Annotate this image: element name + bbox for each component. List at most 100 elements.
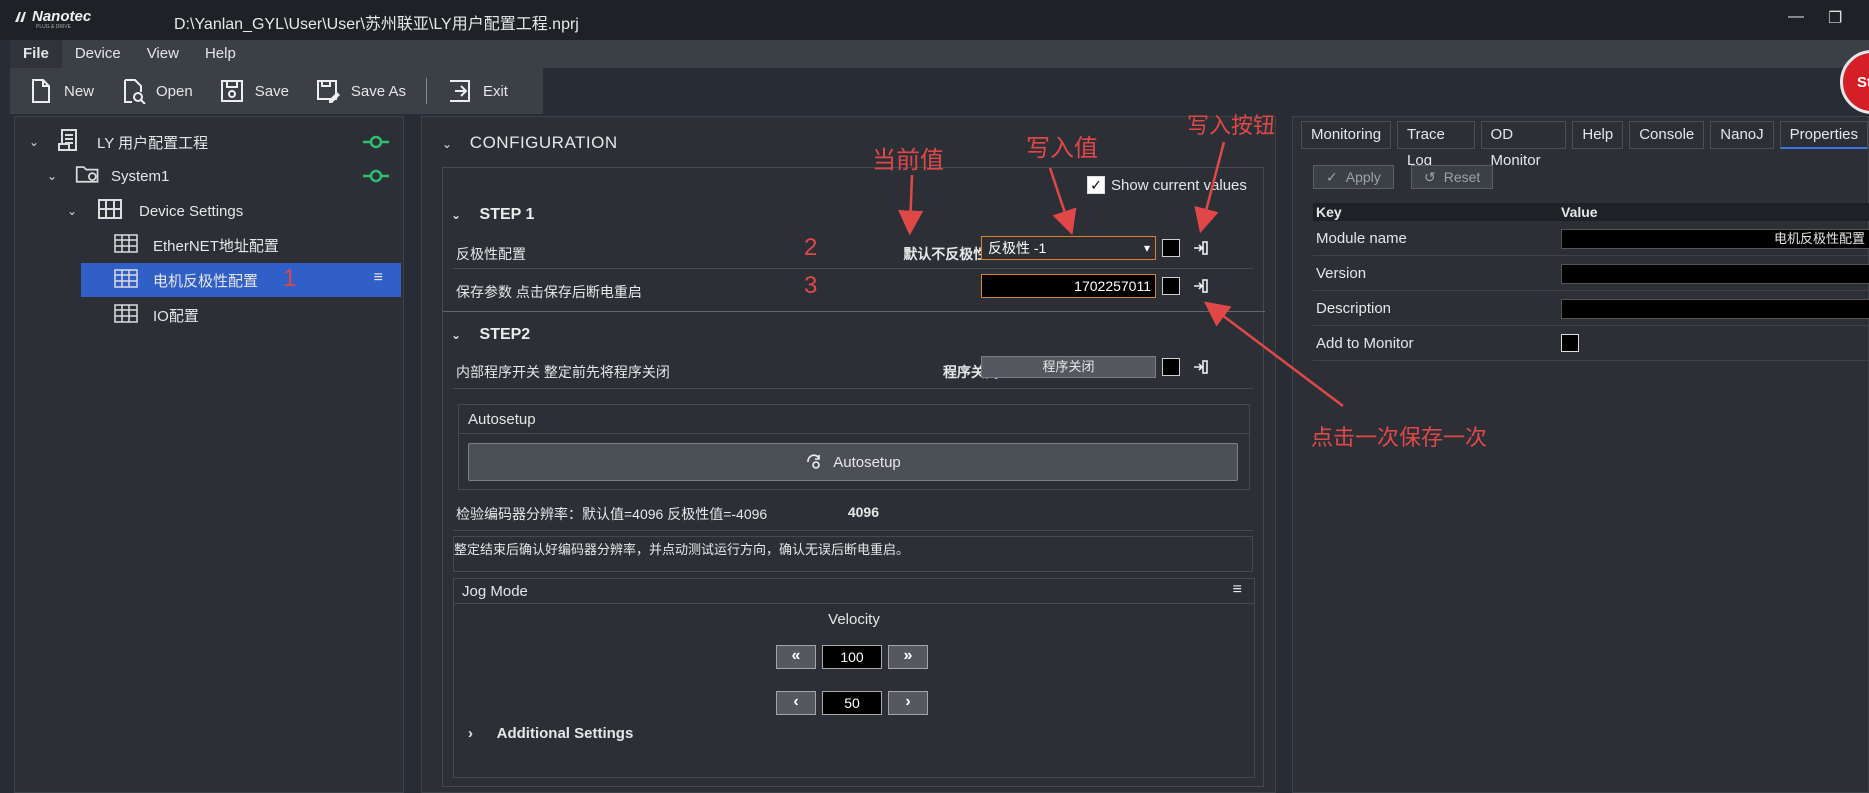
menu-icon[interactable]: ≡ [1233, 581, 1242, 599]
tab-console[interactable]: Console [1629, 121, 1705, 149]
chevron-right-icon[interactable]: › [468, 725, 473, 742]
group-divider [454, 603, 1254, 604]
annotation-number-1: 1 [283, 265, 297, 292]
add-to-monitor-checkbox[interactable] [1561, 334, 1579, 352]
menu-icon[interactable]: ≡ [374, 269, 383, 287]
grid-icon [97, 198, 123, 224]
fast-back-button[interactable]: « [776, 645, 816, 669]
tab-nanoj[interactable]: NanoJ [1710, 121, 1774, 149]
polarity-select[interactable]: 反极性 -1 ▾ [981, 236, 1156, 260]
version-field[interactable] [1561, 264, 1869, 284]
write-icon[interactable] [1192, 358, 1210, 376]
tree-item-system[interactable]: ⌄ System1 [47, 159, 389, 193]
fast-forward-button[interactable]: » [888, 645, 928, 669]
step1-header[interactable]: ⌄ STEP 1 [451, 206, 534, 224]
step1-title: STEP 1 [479, 206, 535, 223]
annotation-number-3: 3 [804, 272, 818, 299]
save-button[interactable]: Save [219, 78, 289, 104]
tab-properties[interactable]: Properties [1779, 121, 1868, 149]
chevron-down-icon[interactable]: ⌄ [29, 135, 47, 149]
tab-trace-log[interactable]: Trace Log [1397, 121, 1475, 169]
annotation-write-button: 写入按钮 [1187, 113, 1276, 138]
reset-button[interactable]: ↺ Reset [1411, 165, 1494, 189]
note-text: 整定结束后确认好编码器分辨率，并点动测试运行方向，确认无误后断电重启。 [454, 542, 910, 557]
show-current-values-toggle[interactable]: ✓ Show current values [1087, 176, 1247, 194]
save-icon [220, 80, 243, 102]
jog-mode-title: Jog Mode [462, 583, 528, 600]
tree-item-motor-polarity[interactable]: 电机反极性配置 1 ≡ [81, 263, 401, 297]
new-button[interactable]: New [28, 78, 94, 104]
nanotec-logo: Nanotec PLUG & DRIVE [14, 8, 91, 30]
tree-item-io[interactable]: IO配置 [81, 298, 401, 332]
new-file-icon [32, 79, 50, 103]
chevron-down-icon[interactable]: ⌄ [451, 328, 461, 342]
tab-help[interactable]: Help [1572, 121, 1624, 149]
logo-mark-icon [15, 11, 26, 22]
exit-button[interactable]: Exit [447, 78, 508, 104]
step-input[interactable]: 50 [822, 691, 882, 715]
autosetup-group-title: Autosetup [468, 411, 536, 428]
menu-view[interactable]: View [134, 40, 192, 68]
apply-button[interactable]: ✓ Apply [1313, 165, 1394, 189]
chevron-down-icon[interactable]: ⌄ [442, 137, 453, 151]
module-name-field[interactable]: 电机反极性配置 [1561, 229, 1869, 249]
step2-header[interactable]: ⌄ STEP2 [451, 326, 530, 344]
open-button[interactable]: Open [120, 78, 193, 104]
row-divider [453, 530, 1253, 531]
property-key: Version [1316, 265, 1367, 282]
description-field[interactable] [1561, 299, 1869, 319]
additional-settings-toggle[interactable]: › Additional Settings [468, 725, 633, 742]
jog-mode-group: Jog Mode ≡ Velocity « 100 » ‹ 50 › › Add… [453, 578, 1255, 778]
tree-label-ethernet: EtherNET地址配置 [153, 237, 279, 255]
internal-program-checkbox[interactable] [1162, 358, 1180, 376]
chevron-down-icon[interactable]: ⌄ [47, 169, 65, 183]
open-label: Open [156, 82, 193, 100]
maximize-icon[interactable]: ❐ [1828, 8, 1842, 28]
tree-item-project[interactable]: ⌄ LY 用户配置工程 [29, 125, 389, 159]
configuration-header[interactable]: ⌄ CONFIGURATION [442, 133, 618, 153]
polarity-current-value: 默认不反极性 0 [903, 246, 999, 262]
row-divider [453, 388, 1253, 389]
value-header: Value [1561, 204, 1598, 220]
chevron-down-icon[interactable]: ⌄ [451, 208, 461, 222]
save-params-input[interactable]: 1702257011 [981, 274, 1156, 298]
tab-od-monitor[interactable]: OD Monitor [1480, 121, 1567, 169]
velocity-input[interactable]: 100 [822, 645, 882, 669]
polarity-select-value: 反极性 -1 [988, 240, 1047, 256]
step-divider [443, 311, 1265, 312]
tree-label-project: LY 用户配置工程 [97, 134, 209, 152]
polarity-checkbox[interactable] [1162, 239, 1180, 257]
tab-monitoring[interactable]: Monitoring [1301, 121, 1392, 149]
menu-file[interactable]: File [10, 40, 62, 68]
checkbox-checked-icon[interactable]: ✓ [1087, 176, 1105, 194]
autosetup-button[interactable]: Autosetup [468, 443, 1238, 481]
step-back-button[interactable]: ‹ [776, 691, 816, 715]
connection-status-icon [363, 166, 389, 190]
properties-table: Key Value Module name 电机反极性配置 Version De… [1313, 203, 1869, 361]
properties-table-header: Key Value [1313, 203, 1869, 221]
tree-label-io: IO配置 [153, 307, 199, 325]
chevron-down-icon: ▾ [1143, 241, 1150, 255]
open-file-icon [124, 79, 146, 104]
step-forward-button[interactable]: › [888, 691, 928, 715]
write-icon[interactable] [1192, 239, 1210, 257]
menu-device[interactable]: Device [62, 40, 134, 68]
tree-label-device-settings: Device Settings [139, 202, 244, 220]
tree-item-ethernet[interactable]: EtherNET地址配置 [81, 228, 401, 262]
write-icon[interactable] [1192, 277, 1210, 295]
tree-label-system: System1 [111, 167, 170, 185]
toolbar-separator [425, 78, 427, 104]
encoder-resolution-value: 4096 [847, 504, 879, 520]
tree-item-device-settings[interactable]: ⌄ Device Settings [67, 194, 387, 228]
folder-settings-icon [75, 163, 101, 189]
save-params-checkbox[interactable] [1162, 277, 1180, 295]
apply-label: Apply [1345, 169, 1381, 185]
title-bar: Nanotec PLUG & DRIVE D:\Yanlan_GYL\User\… [0, 0, 1869, 40]
logo-slogan: PLUG & DRIVE [36, 24, 72, 30]
save-as-button[interactable]: Save As [315, 78, 406, 104]
chevron-down-icon[interactable]: ⌄ [67, 204, 85, 218]
new-label: New [64, 82, 95, 100]
minimize-icon[interactable]: — [1788, 8, 1804, 26]
menu-help[interactable]: Help [192, 40, 249, 68]
internal-program-button[interactable]: 程序关闭 [981, 356, 1156, 378]
